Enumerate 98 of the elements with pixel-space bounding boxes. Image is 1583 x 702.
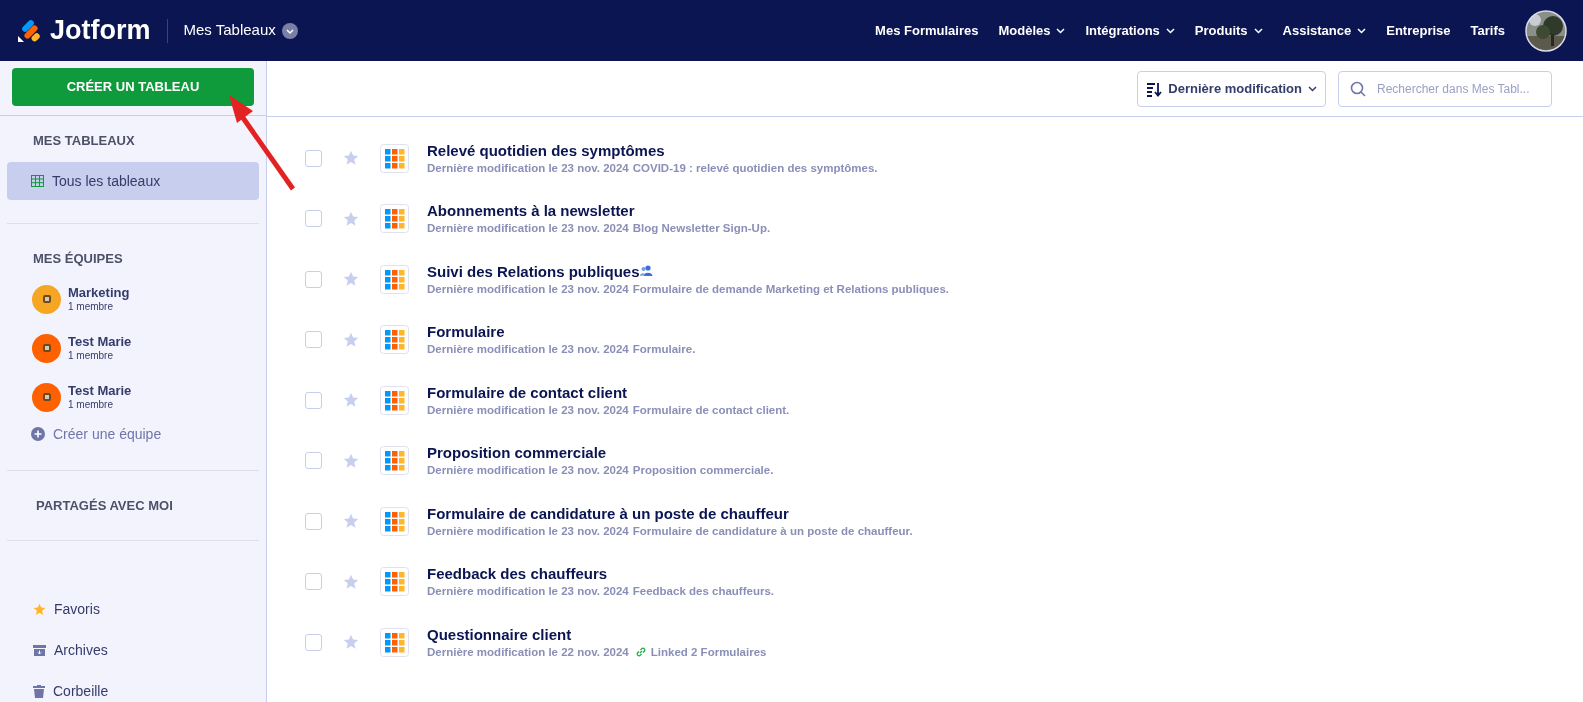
team-name[interactable]: Test Marie	[68, 383, 132, 400]
table-description: Formulaire de contact client.	[632, 402, 790, 418]
star-icon	[33, 603, 46, 616]
create-team-link[interactable]: Créer une équipe	[31, 423, 162, 445]
checkbox[interactable]	[305, 331, 322, 349]
star-icon[interactable]	[343, 210, 359, 227]
section-heading: MES TABLEAUX	[33, 131, 136, 150]
table-icon	[380, 143, 409, 173]
table-title[interactable]: Relevé quotidien des symptômes	[427, 140, 665, 160]
table-description: Formulaire de demande Marketing et Relations publiques.	[632, 281, 950, 297]
chevron-icon	[1357, 27, 1367, 34]
modified-date: Dernière modification le 23 nov. 2024	[427, 584, 629, 600]
table-description: Proposition commerciale.	[632, 463, 774, 479]
plus-icon	[31, 427, 45, 442]
team-avatar[interactable]	[32, 333, 61, 363]
table-description: Formulaire de candidature à un poste de chauffeur.	[632, 523, 913, 539]
logo-text[interactable]: Jotform	[50, 10, 151, 51]
checkbox[interactable]	[305, 149, 322, 167]
team-avatar[interactable]	[32, 284, 61, 314]
modified-date: Dernière modification le 23 nov. 2024	[427, 342, 629, 358]
modified-date: Dernière modification le 23 nov. 2024	[427, 281, 629, 297]
modified-date: Dernière modification le 23 nov. 2024	[427, 523, 629, 539]
table-title[interactable]: Formulaire de candidature à un poste de chauffeur	[427, 503, 789, 523]
section-heading: PARTAGÉS AVEC MOI	[36, 496, 174, 515]
nav-link[interactable]: Tarifs	[1470, 20, 1505, 41]
team-name[interactable]: Test Marie	[68, 334, 132, 351]
modified-date: Dernière modification le 23 nov. 2024	[427, 463, 629, 479]
table-icon	[380, 264, 409, 294]
table-title[interactable]: Suivi des Relations publiques	[427, 261, 640, 281]
search-icon	[1350, 80, 1366, 97]
nav-link[interactable]: Produits	[1194, 20, 1263, 41]
sidebar-item[interactable]: Tous les tableaux	[7, 162, 259, 201]
archive-icon	[33, 644, 46, 657]
checkbox[interactable]	[305, 270, 322, 288]
checkbox[interactable]	[305, 573, 322, 591]
member-count: 1 membre	[68, 301, 114, 314]
star-icon[interactable]	[343, 513, 359, 530]
star-icon[interactable]	[343, 452, 359, 469]
section-heading: MES ÉQUIPES	[33, 250, 124, 269]
sidebar-link[interactable]: Favoris	[33, 599, 100, 620]
star-icon[interactable]	[343, 573, 359, 590]
logo-icon	[16, 17, 42, 44]
modified-date: Dernière modification le 23 nov. 2024	[427, 402, 629, 418]
member-count: 1 membre	[68, 350, 114, 363]
table-title[interactable]: Abonnements à la newsletter	[427, 201, 635, 221]
modified-date: Dernière modification le 23 nov. 2024	[427, 221, 629, 237]
table-description: COVID-19 : relevé quotidien des symptômes.	[632, 160, 878, 176]
table-description: Blog Newsletter Sign-Up.	[632, 221, 771, 237]
star-icon[interactable]	[343, 271, 359, 288]
table-title[interactable]: Formulaire de contact client	[427, 382, 628, 402]
table-icon	[380, 446, 409, 476]
sort-icon	[1146, 80, 1163, 97]
table-icon	[31, 175, 44, 188]
table-icon	[380, 325, 409, 355]
chevron-icon	[1308, 85, 1317, 92]
nav-link[interactable]: Modèles	[998, 20, 1066, 41]
table-title[interactable]: Questionnaire client	[427, 624, 572, 644]
table-title[interactable]: Formulaire	[427, 322, 505, 342]
table-title[interactable]: Feedback des chauffeurs	[427, 564, 608, 584]
search-field[interactable]: Rechercher dans Mes Tabl...	[1338, 70, 1552, 107]
star-icon[interactable]	[343, 331, 359, 348]
table-description: Feedback des chauffeurs.	[632, 584, 774, 600]
chevron-icon	[1056, 27, 1066, 34]
nav-link[interactable]: Entreprise	[1386, 20, 1451, 41]
team-avatar[interactable]	[32, 382, 61, 412]
member-count: 1 membre	[68, 399, 114, 412]
context-menu[interactable]: Mes Tableaux	[183, 19, 298, 42]
people-icon	[639, 264, 653, 276]
chevron-icon	[1253, 27, 1263, 34]
table-icon	[380, 385, 409, 415]
table-description: Formulaire.	[632, 342, 696, 358]
table-icon	[380, 204, 409, 234]
table-icon	[380, 627, 409, 657]
table-icon	[380, 506, 409, 536]
chevron-icon	[281, 22, 298, 39]
modified-date: Dernière modification le 22 nov. 2024	[427, 644, 629, 660]
team-name[interactable]: Marketing	[68, 285, 130, 302]
trash-icon	[33, 685, 45, 698]
sidebar-link[interactable]: Corbeille	[33, 681, 109, 702]
checkbox[interactable]	[305, 452, 322, 470]
checkbox[interactable]	[305, 633, 322, 651]
star-icon[interactable]	[343, 392, 359, 409]
nav-link[interactable]: Intégrations	[1085, 20, 1175, 41]
modified-date: Dernière modification le 23 nov. 2024	[427, 160, 629, 176]
create-table-button[interactable]: CRÉER UN TABLEAU	[12, 68, 254, 106]
checkbox[interactable]	[305, 391, 322, 409]
checkbox[interactable]	[305, 512, 322, 530]
sidebar-link[interactable]: Archives	[33, 640, 108, 661]
table-title[interactable]: Proposition commerciale	[427, 443, 607, 463]
link-icon	[634, 645, 647, 658]
star-icon[interactable]	[343, 150, 359, 167]
checkbox[interactable]	[305, 210, 322, 228]
table-icon	[380, 567, 409, 597]
nav-link[interactable]: Assistance	[1282, 20, 1367, 41]
nav-link[interactable]: Mes Formulaires	[875, 20, 979, 41]
sort-dropdown[interactable]: Dernière modification	[1137, 70, 1326, 107]
star-icon[interactable]	[343, 634, 359, 651]
chevron-icon	[1165, 27, 1175, 34]
